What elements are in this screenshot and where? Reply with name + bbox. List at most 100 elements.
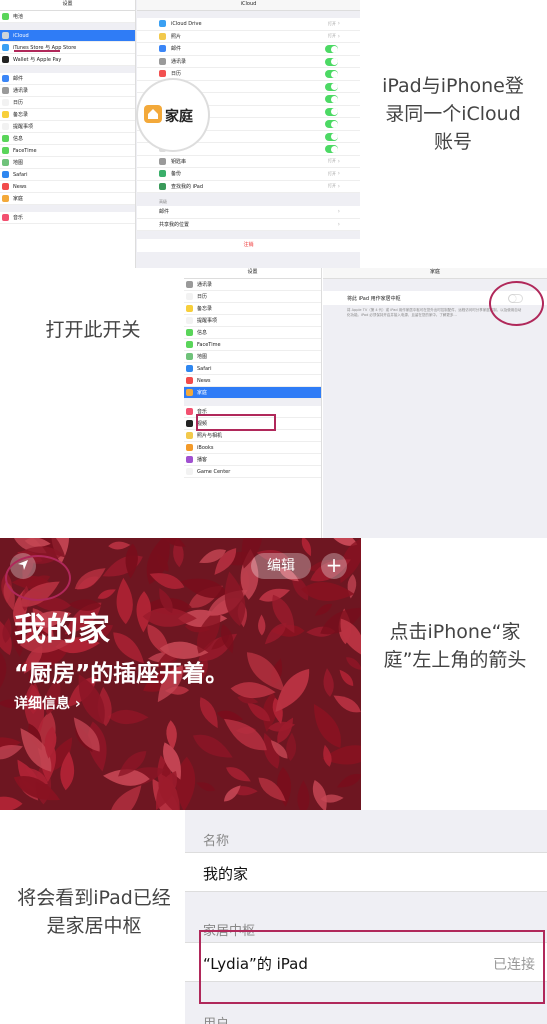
app-icon [186, 353, 193, 360]
app-icon [2, 214, 9, 221]
sidebar-item-13[interactable]: 家庭 [0, 193, 135, 205]
chevron-right-icon: › [337, 220, 340, 228]
app-icon [2, 87, 9, 94]
home-zoom-label: 家庭 [165, 109, 193, 125]
detail-title: iCloud [137, 0, 360, 11]
sidebar-item-3[interactable]: 邮件 [0, 73, 135, 85]
app-icon [2, 171, 9, 178]
chevron-right-icon: › [337, 32, 340, 40]
app-icon [159, 57, 166, 65]
sidebar-item-14[interactable]: 音乐 [0, 212, 135, 224]
home-icon [144, 105, 162, 123]
sidebar-item-9[interactable]: FaceTime [0, 145, 135, 157]
icloud-settings-screenshot: 设置 电池 iCloud iTunes Store 与 App Store Wall… [0, 0, 360, 268]
home-title: 我的家 [14, 610, 111, 648]
sidebar-item-12[interactable]: 照片与相机 [184, 430, 321, 442]
caption-step2: 打开此开关 [45, 319, 141, 341]
app-icon [186, 317, 193, 324]
app-icon [159, 182, 166, 190]
icloud-item-1[interactable]: 照片 打开 › [137, 30, 360, 43]
sidebar-item-9[interactable]: 家庭 [184, 387, 321, 399]
name-value: 我的家 [203, 865, 249, 883]
app-icon [159, 20, 166, 28]
app-icon [186, 432, 193, 439]
toggle-switch[interactable] [325, 107, 338, 116]
sidebar-item-10[interactable]: 地图 [0, 157, 135, 169]
app-icon [159, 32, 166, 40]
app-icon [159, 157, 166, 165]
name-header: 名称 [203, 834, 230, 849]
icloud-item-0[interactable]: iCloud Drive 打开 › [137, 18, 360, 31]
toggle-switch[interactable] [325, 95, 338, 103]
edit-button[interactable]: 编辑 [251, 553, 311, 579]
sidebar-title: 设置 [0, 0, 135, 11]
name-row[interactable]: 我的家 [185, 852, 547, 892]
chevron-right-icon: › [337, 20, 340, 28]
home-settings-screenshot: 设置 通讯录 日历 备忘录 提醒事项 信息 FaceTime 地图 Safari News 家庭音… [184, 268, 547, 538]
app-icon [186, 305, 193, 312]
app-icon [2, 135, 9, 142]
sidebar-item-2[interactable]: Wallet 与 Apple Pay [0, 54, 135, 66]
app-icon [2, 123, 9, 130]
add-button[interactable]: + [321, 553, 347, 579]
sidebar-item-6[interactable]: 地图 [184, 351, 321, 363]
home-zoom-circle: 家庭 [138, 80, 208, 150]
sidebar-item-0[interactable]: iCloud [0, 30, 135, 42]
sidebar-item-2[interactable]: 备忘录 [184, 303, 321, 315]
app-icon [186, 420, 193, 427]
sidebar-item-12[interactable]: News [0, 181, 135, 193]
sidebar-item-1[interactable]: iTunes Store 与 App Store [0, 42, 135, 54]
home-item-highlight-box [196, 414, 276, 431]
sidebar-item-1[interactable]: 日历 [184, 291, 321, 303]
sidebar-item-15[interactable]: Game Center [184, 466, 321, 478]
icloud-item-3[interactable]: 通讯录 [137, 55, 360, 68]
toggle-switch[interactable] [325, 132, 338, 141]
advanced-mail-row[interactable]: 邮件 › [137, 206, 360, 219]
app-icon [186, 408, 193, 415]
arrow-highlight-circle [5, 555, 71, 601]
sidebar-item-8[interactable]: 信息 [0, 133, 135, 145]
sidebar-item-13[interactable]: iBooks [184, 442, 321, 454]
icloud-item-4[interactable]: 日历 [137, 68, 360, 81]
toggle-switch[interactable] [325, 82, 338, 91]
app-icon [186, 329, 193, 336]
sidebar-item-battery[interactable]: 电池 [0, 11, 135, 23]
advanced-share-location-row[interactable]: 共享我的位置 › [137, 218, 360, 231]
caption-step1: iPad与iPhone登录同一个iCloud账号 [382, 75, 524, 153]
settings-sidebar: 设置 电池 iCloud iTunes Store 与 App Store Wall… [0, 0, 136, 268]
caption-step3: 点击iPhone“家庭”左上角的箭头 [383, 621, 527, 671]
sidebar-item-0[interactable]: 通讯录 [184, 279, 321, 291]
status-line: “厨房”的插座开着。 [14, 661, 229, 687]
sidebar-item-4[interactable]: 通讯录 [0, 85, 135, 97]
detail-title: 家庭 [323, 268, 547, 279]
sidebar-item-5[interactable]: FaceTime [184, 339, 321, 351]
app-icon [186, 281, 193, 288]
app-icon [2, 183, 9, 190]
sidebar-item-7[interactable]: Safari [184, 363, 321, 375]
sidebar-item-4[interactable]: 信息 [184, 327, 321, 339]
sidebar-item-3[interactable]: 提醒事项 [184, 315, 321, 327]
sidebar-item-11[interactable]: Safari [0, 169, 135, 181]
app-icon [2, 56, 9, 63]
details-link[interactable]: 详细信息 › [14, 693, 81, 713]
icloud-item-12[interactable]: 备份 打开 › [137, 168, 360, 181]
app-icon [159, 170, 166, 178]
users-header: 用户 [203, 1013, 229, 1024]
sidebar-item-5[interactable]: 日历 [0, 97, 135, 109]
toggle-switch[interactable] [325, 145, 338, 153]
sidebar-item-14[interactable]: 播客 [184, 454, 321, 466]
toggle-switch[interactable] [325, 57, 338, 66]
sidebar-item-8[interactable]: News [184, 375, 321, 387]
sidebar-item-7[interactable]: 提醒事项 [0, 121, 135, 133]
icloud-item-13[interactable]: 查找我的 iPad 打开 › [137, 180, 360, 193]
icloud-item-2[interactable]: 邮件 [137, 43, 360, 56]
app-icon [186, 377, 193, 384]
toggle-switch[interactable] [325, 45, 338, 53]
icloud-item-11[interactable]: 钥匙串 打开 › [137, 155, 360, 168]
toggle-switch[interactable] [325, 70, 338, 78]
sidebar-item-6[interactable]: 备忘录 [0, 109, 135, 121]
signout-button[interactable]: 注销 [137, 239, 360, 252]
home-hub-settings-screenshot: 名称 我的家 家居中枢 “Lydia”的 iPad 已连接 用户 [185, 810, 547, 1024]
toggle-switch[interactable] [325, 120, 338, 128]
app-icon [186, 468, 193, 475]
